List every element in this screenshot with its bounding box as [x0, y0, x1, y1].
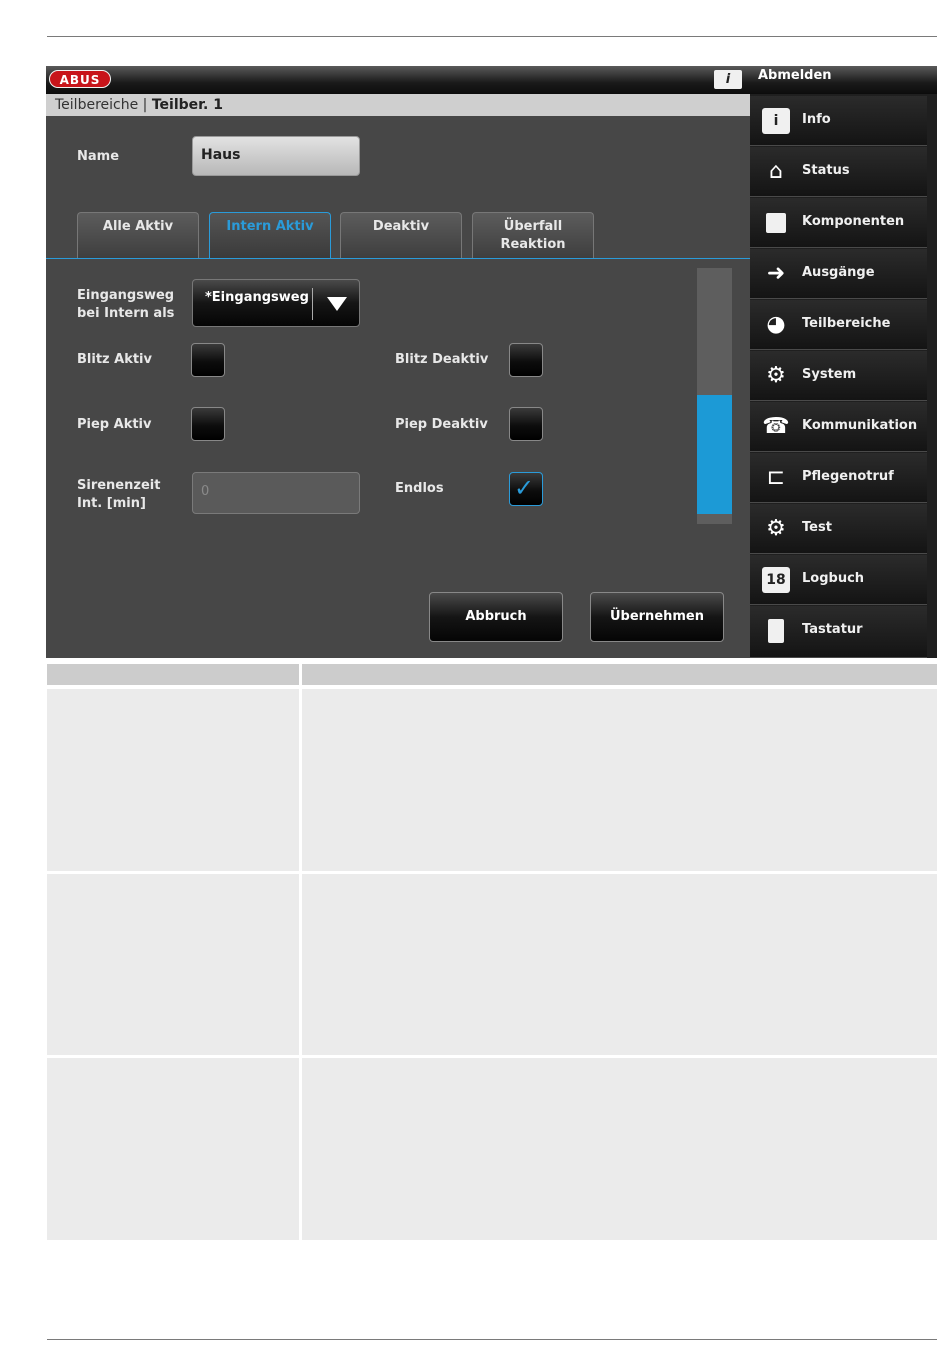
entry-path-label: Eingangsweg bei Intern als	[77, 288, 175, 321]
square-icon	[762, 210, 790, 236]
apply-button[interactable]: Übernehmen	[590, 592, 724, 642]
table-cell	[302, 689, 937, 871]
breadcrumb-section[interactable]: Teilbereiche	[55, 97, 138, 113]
table-cell	[302, 1058, 937, 1240]
cancel-button[interactable]: Abbruch	[429, 592, 563, 642]
tab-label: Deaktiv	[372, 219, 430, 234]
table-cell	[47, 874, 299, 1055]
breadcrumb-current: Teilber. 1	[151, 97, 223, 113]
sidebar: Abmelden i Info ⌂ Status Komponenten ➜ A…	[750, 66, 937, 658]
sidebar-item-status[interactable]: ⌂ Status	[750, 147, 927, 197]
name-label: Name	[77, 149, 120, 164]
sectors-icon: ◕	[766, 312, 786, 337]
top-rule	[47, 36, 937, 37]
flash-on-checkbox[interactable]	[191, 343, 225, 377]
endless-label: Endlos	[395, 481, 444, 496]
tab-intern-aktiv[interactable]: Intern Aktiv	[209, 212, 331, 258]
abus-logo: ABUS	[49, 70, 111, 88]
logout-button[interactable]: Abmelden	[750, 66, 937, 94]
sidebar-item-label: Logbuch	[802, 571, 865, 586]
sidebar-item-label: Info	[802, 112, 831, 127]
exit-icon: ➜	[766, 261, 786, 286]
entry-path-value: *Eingangsweg	[205, 290, 309, 305]
siren-time-label: Sirenenzeit Int. [min]	[77, 478, 161, 511]
sidebar-item-teilbereiche[interactable]: ◕ Teilbereiche	[750, 300, 927, 350]
sidebar-item-test[interactable]: ⚙ Test	[750, 504, 927, 554]
sidebar-item-label: Status	[802, 163, 850, 178]
info-icon: i	[762, 108, 790, 134]
bottom-rule	[47, 1339, 937, 1340]
tab-deaktiv[interactable]: Deaktiv	[340, 212, 462, 258]
square-icon-shape	[766, 213, 786, 233]
entry-path-select[interactable]: *Eingangsweg	[192, 279, 360, 327]
sidebar-item-label: Komponenten	[802, 214, 905, 229]
scrollbar-thumb[interactable]	[697, 395, 732, 514]
sidebar-item-label: Test	[802, 520, 832, 535]
sidebar-item-label: Ausgänge	[802, 265, 875, 280]
breadcrumb-separator: |	[142, 97, 148, 113]
table-cell	[47, 1058, 299, 1240]
calendar-icon: 18	[762, 567, 790, 593]
sidebar-item-komponenten[interactable]: Komponenten	[750, 198, 927, 248]
tab-alle-aktiv[interactable]: Alle Aktiv	[77, 212, 199, 258]
sidebar-item-label: Tastatur	[802, 622, 863, 637]
table-cell	[302, 874, 937, 1055]
sidebar-item-ausgaenge[interactable]: ➜ Ausgänge	[750, 249, 927, 299]
table-cell	[47, 689, 299, 871]
chevron-down-icon	[327, 297, 347, 311]
tab-label: Überfall Reaktion	[500, 219, 566, 252]
select-separator	[312, 288, 313, 320]
sidebar-item-tastatur[interactable]: Tastatur	[750, 606, 927, 658]
sidebar-item-system[interactable]: ⚙ System	[750, 351, 927, 401]
keypad-icon-shape	[768, 619, 784, 643]
gear-icon: ⚙	[766, 363, 786, 388]
beep-off-label: Piep Deaktiv	[395, 417, 488, 432]
sidebar-item-pflegenotruf[interactable]: ⊏ Pflegenotruf	[750, 453, 927, 503]
keypad-icon	[762, 618, 790, 644]
tab-ueberfall-reaktion[interactable]: Überfall Reaktion	[472, 212, 594, 258]
sidebar-item-logbuch[interactable]: 18 Logbuch	[750, 555, 927, 605]
name-input[interactable]: Haus	[192, 136, 360, 176]
tab-underline	[46, 258, 750, 259]
tab-label: Intern Aktiv	[226, 219, 314, 234]
siren-time-input[interactable]: 0	[192, 472, 360, 514]
flash-off-checkbox[interactable]	[509, 343, 543, 377]
beep-on-checkbox[interactable]	[191, 407, 225, 441]
check-icon: ✓	[514, 474, 535, 502]
sidebar-item-info[interactable]: i Info	[750, 96, 927, 146]
flash-on-label: Blitz Aktiv	[77, 352, 152, 367]
info-user-icon[interactable]: i	[714, 70, 742, 89]
app-screenshot: ABUS i Teilbereiche | Teilber. 1 Name Ha…	[46, 66, 937, 658]
bed-icon: ⊏	[766, 465, 786, 490]
breadcrumb: Teilbereiche | Teilber. 1	[46, 94, 750, 116]
phone-icon: ☎	[762, 414, 790, 439]
beep-off-checkbox[interactable]	[509, 407, 543, 441]
beep-on-label: Piep Aktiv	[77, 417, 152, 432]
gear-icon: ⚙	[766, 516, 786, 541]
endless-checkbox[interactable]: ✓	[509, 472, 543, 506]
sidebar-item-label: Kommunikation	[802, 418, 918, 433]
sidebar-item-kommunikation[interactable]: ☎ Kommunikation	[750, 402, 927, 452]
table-header-cell	[47, 664, 299, 685]
sidebar-item-label: Pflegenotruf	[802, 469, 894, 484]
top-bar: ABUS i	[46, 66, 750, 94]
home-icon: ⌂	[769, 159, 783, 184]
table-header-cell	[302, 664, 937, 685]
sidebar-item-label: System	[802, 367, 857, 382]
tab-label: Alle Aktiv	[102, 219, 174, 234]
flash-off-label: Blitz Deaktiv	[395, 352, 489, 367]
sidebar-item-label: Teilbereiche	[802, 316, 891, 331]
